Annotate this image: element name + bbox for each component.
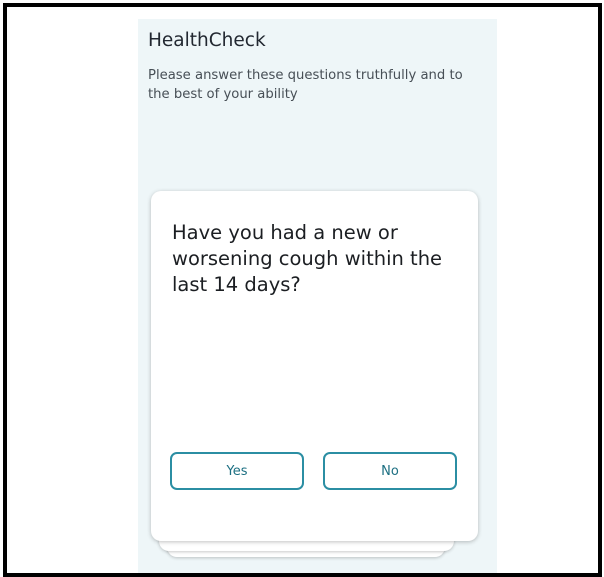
screenshot-frame: HealthCheck Please answer these question… xyxy=(3,3,602,577)
question-text: Have you had a new or worsening cough wi… xyxy=(172,221,443,296)
yes-button[interactable]: Yes xyxy=(170,452,304,490)
instructions-text: Please answer these questions truthfully… xyxy=(148,68,463,102)
app-title: HealthCheck xyxy=(148,30,266,51)
question-card: Have you had a new or worsening cough wi… xyxy=(151,191,478,541)
app-screen: HealthCheck Please answer these question… xyxy=(138,19,497,573)
no-button[interactable]: No xyxy=(323,452,457,490)
